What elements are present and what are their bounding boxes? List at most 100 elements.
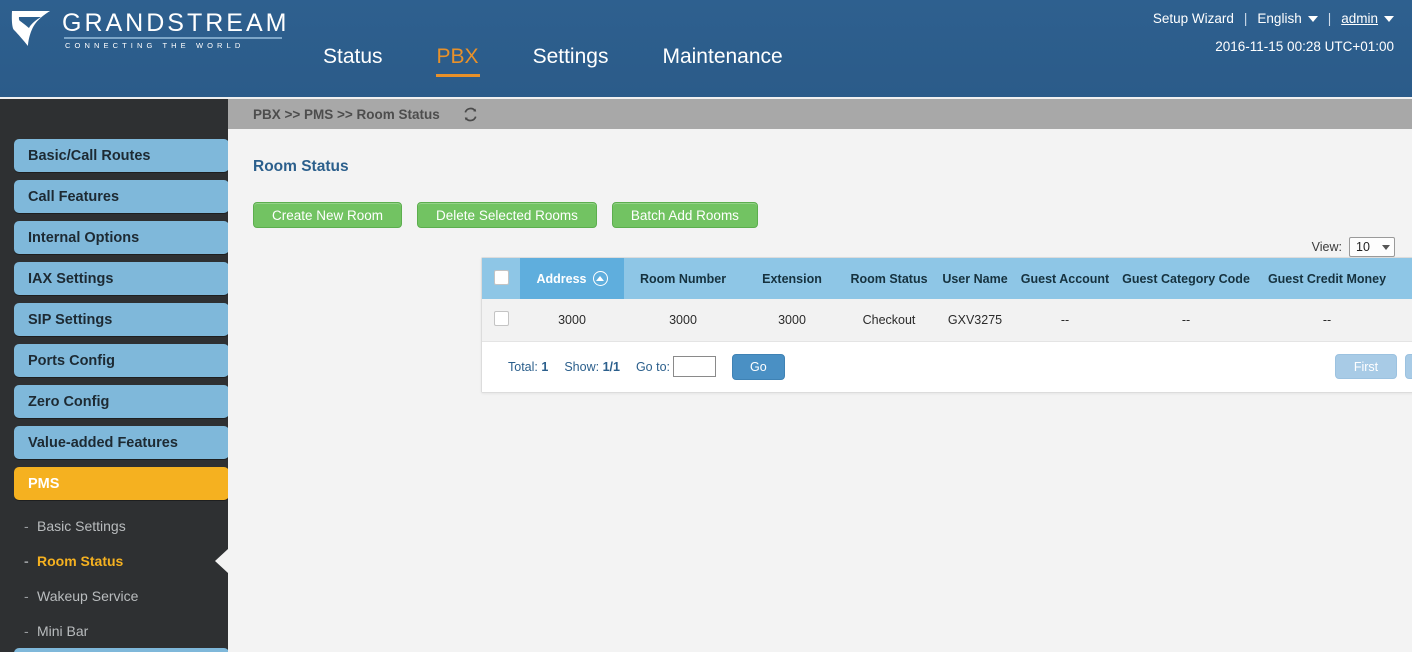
main-nav: Status PBX Settings Maintenance [296, 44, 810, 80]
table-header-row: Address Room Number Extension Room Statu… [482, 258, 1412, 299]
content-area: PBX >> PMS >> Room Status Room Status Cr… [228, 99, 1412, 652]
goto-group: Go to: [636, 356, 716, 377]
sidebar-subitem-room-status[interactable]: - Room Status [0, 543, 228, 578]
cell-extension: 3000 [742, 299, 842, 342]
bullet-dash: - [24, 517, 29, 534]
cell-user-name: GXV3275 [936, 299, 1014, 342]
page-title: Room Status [253, 158, 349, 175]
total-info: Total: 1 [508, 360, 548, 374]
sidebar-item-internal-options[interactable]: Internal Options [14, 221, 228, 254]
chevron-down-icon-user[interactable] [1384, 15, 1394, 22]
brand-name: GRANDSTREAM [62, 9, 290, 37]
delete-selected-rooms-button[interactable]: Delete Selected Rooms [417, 202, 597, 228]
column-header-extension[interactable]: Extension [742, 258, 842, 299]
sidebar-item-basic-call-routes[interactable]: Basic/Call Routes [14, 139, 228, 172]
cell-maid-code: -- [1398, 299, 1412, 342]
cell-room-status: Checkout [842, 299, 936, 342]
row-checkbox[interactable] [493, 310, 509, 326]
sidebar-subitem-label: Mini Bar [37, 622, 89, 639]
sidebar-item-ports-config[interactable]: Ports Config [14, 344, 228, 377]
column-header-room-number[interactable]: Room Number [624, 258, 742, 299]
row-select-cell [482, 299, 520, 342]
view-count-control: View: 10 [1312, 237, 1395, 257]
bullet-dash: - [24, 552, 29, 569]
first-page-button[interactable]: First [1335, 354, 1397, 379]
sidebar-subitem-label: Basic Settings [37, 517, 126, 534]
language-label: English [1257, 11, 1302, 26]
column-header-maid-code[interactable]: Maid Code [1398, 258, 1412, 299]
go-button[interactable]: Go [732, 353, 785, 380]
nav-item-settings[interactable]: Settings [506, 44, 636, 80]
column-header-user-name[interactable]: User Name [936, 258, 1014, 299]
bullet-dash: - [24, 587, 29, 604]
utility-separator-1: | [1243, 11, 1248, 26]
pagination-bar: Total: 1 Show: 1/1 Go to: Go First Prev … [482, 341, 1412, 392]
system-datetime: 2016-11-15 00:28 UTC+01:00 [1215, 39, 1394, 54]
sidebar-item-iax-settings[interactable]: IAX Settings [14, 262, 228, 295]
column-header-guest-credit-money[interactable]: Guest Credit Money [1256, 258, 1398, 299]
sidebar-item-next-partial[interactable] [14, 648, 228, 652]
sidebar-item-zero-config[interactable]: Zero Config [14, 385, 228, 418]
top-header-bar: GRANDSTREAM CONNECTING THE WORLD Status … [0, 0, 1412, 97]
select-all-checkbox[interactable] [493, 269, 509, 285]
sidebar: Basic/Call Routes Call Features Internal… [0, 99, 228, 652]
utility-area: Setup Wizard | English | admin 2016-11-1… [1153, 11, 1394, 54]
goto-page-input[interactable] [673, 356, 716, 377]
column-header-room-status[interactable]: Room Status [842, 258, 936, 299]
chevron-down-icon [1307, 16, 1318, 23]
sidebar-subitem-wakeup-service[interactable]: - Wakeup Service [0, 578, 228, 613]
sidebar-subitem-mini-bar[interactable]: - Mini Bar [0, 613, 228, 648]
total-label: Total: [508, 359, 538, 374]
bullet-dash: - [24, 622, 29, 639]
cell-address: 3000 [520, 299, 624, 342]
cell-room-number: 3000 [624, 299, 742, 342]
sidebar-subitem-label: Wakeup Service [37, 587, 139, 604]
prev-page-button[interactable]: Prev [1405, 354, 1412, 379]
chevron-down-icon-view [1382, 244, 1390, 250]
column-header-guest-category-code[interactable]: Guest Category Code [1116, 258, 1256, 299]
show-label: Show: [564, 359, 600, 374]
batch-add-rooms-button[interactable]: Batch Add Rooms [611, 202, 758, 228]
sidebar-item-pms[interactable]: PMS [14, 467, 228, 500]
sidebar-item-call-features[interactable]: Call Features [14, 180, 228, 213]
action-toolbar: Create New Room Delete Selected Rooms Ba… [253, 202, 1412, 228]
brand-logo[interactable]: GRANDSTREAM CONNECTING THE WORLD [10, 8, 289, 50]
show-info: Show: 1/1 [564, 360, 620, 374]
nav-item-maintenance[interactable]: Maintenance [635, 44, 809, 80]
user-menu[interactable]: admin [1341, 11, 1378, 26]
table-row: 3000 3000 3000 Checkout GXV3275 -- -- --… [482, 299, 1412, 342]
column-header-address[interactable]: Address [520, 258, 624, 299]
cell-guest-account: -- [1014, 299, 1116, 342]
setup-wizard-link[interactable]: Setup Wizard [1153, 11, 1234, 26]
room-status-panel: Address Room Number Extension Room Statu… [481, 257, 1412, 393]
user-label: admin [1341, 11, 1378, 26]
grandstream-swoosh-logo-icon [11, 11, 50, 46]
refresh-icon[interactable] [462, 106, 479, 123]
breadcrumb: PBX >> PMS >> Room Status [253, 106, 440, 122]
brand-tagline: CONNECTING THE WORLD [65, 41, 245, 50]
cell-guest-credit-money: -- [1256, 299, 1398, 342]
create-new-room-button[interactable]: Create New Room [253, 202, 403, 228]
goto-label: Go to: [635, 360, 670, 374]
select-all-cell [482, 258, 520, 299]
nav-item-pbx[interactable]: PBX [410, 44, 506, 80]
sidebar-subitem-basic-settings[interactable]: - Basic Settings [0, 508, 228, 543]
show-value: 1/1 [602, 359, 620, 374]
nav-item-status[interactable]: Status [296, 44, 410, 80]
sidebar-subitem-label: Room Status [37, 552, 124, 569]
brand-divider [64, 37, 282, 39]
language-selector[interactable]: English [1257, 11, 1318, 26]
view-count-value: 10 [1356, 240, 1370, 254]
sort-ascending-icon [592, 271, 608, 286]
view-label: View: [1311, 240, 1342, 254]
room-status-table: Address Room Number Extension Room Statu… [482, 258, 1412, 342]
column-header-guest-account[interactable]: Guest Account [1014, 258, 1116, 299]
utility-separator-2: | [1327, 11, 1332, 26]
view-count-select[interactable]: 10 [1349, 237, 1395, 257]
sidebar-item-value-added-features[interactable]: Value-added Features [14, 426, 228, 459]
app-window: GRANDSTREAM CONNECTING THE WORLD Status … [0, 0, 1412, 652]
total-value: 1 [541, 359, 549, 374]
breadcrumb-bar: PBX >> PMS >> Room Status [228, 99, 1412, 129]
sidebar-item-sip-settings[interactable]: SIP Settings [14, 303, 228, 336]
active-pointer-icon [215, 548, 228, 573]
